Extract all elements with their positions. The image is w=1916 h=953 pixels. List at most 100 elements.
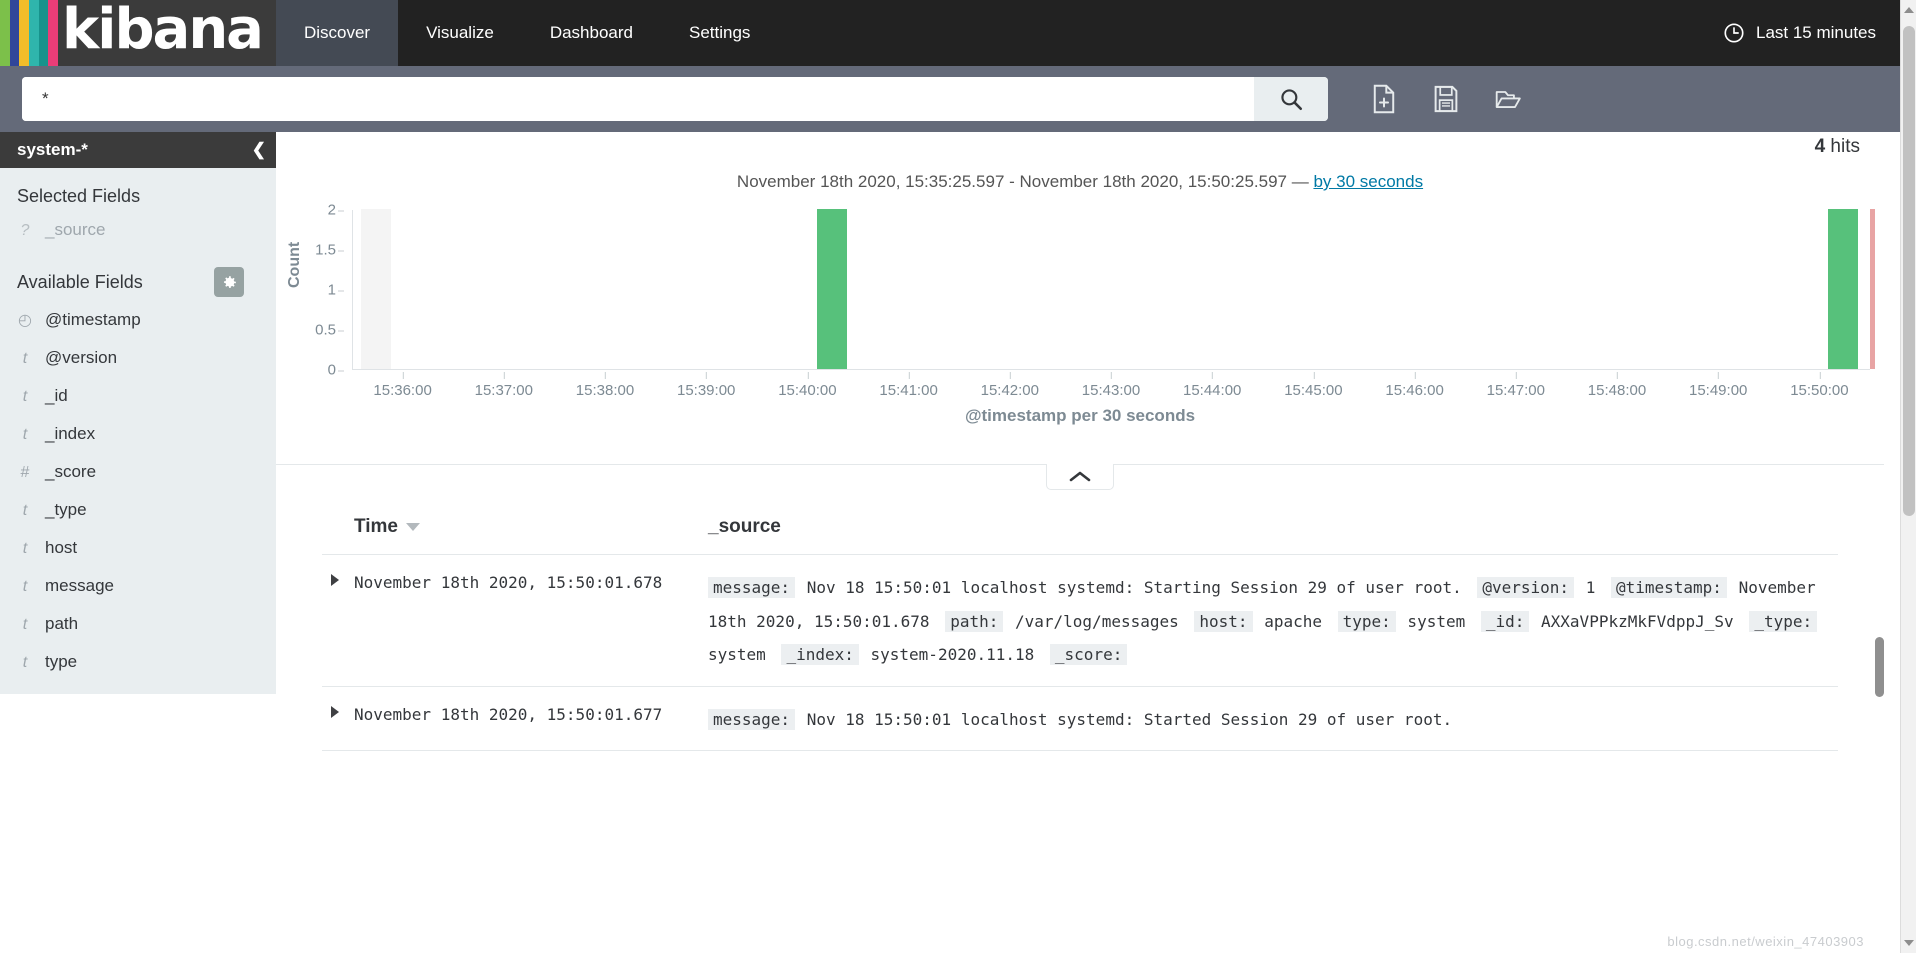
nav-item-visualize[interactable]: Visualize (398, 0, 522, 66)
gear-icon[interactable] (214, 267, 244, 297)
selected-fields-title: Selected Fields (17, 186, 141, 206)
field-name: @timestamp (45, 310, 141, 329)
field-name: message (45, 576, 114, 595)
floppy-disk-icon[interactable] (1432, 84, 1460, 114)
available-fields-title-row: Available Fields (0, 249, 276, 301)
field-item-version[interactable]: t @version (0, 339, 276, 377)
x-tick-154100: 15:41:00 (879, 372, 938, 399)
logo-bar-0 (0, 0, 10, 66)
sort-descending-icon (406, 523, 421, 531)
source-field-key: type: (1337, 610, 1396, 632)
nav-item-discover[interactable]: Discover (275, 0, 399, 76)
field-item-message[interactable]: t message (0, 567, 276, 605)
field-type-icon: t (22, 578, 28, 595)
query-bar-actions (1370, 84, 1522, 114)
x-axis-label: @timestamp per 30 seconds (964, 406, 1196, 425)
nav-item-settings[interactable]: Settings (661, 0, 778, 66)
field-name: host (45, 538, 78, 557)
document-table-header: Time _source (322, 516, 1838, 555)
source-field-key: @timestamp: (1610, 577, 1727, 598)
histogram-bar-3[interactable] (1870, 209, 1875, 369)
time-column-label: Time (354, 516, 399, 537)
field-item-score[interactable]: # _score (0, 453, 276, 491)
y-tick-1: 1 (327, 281, 345, 299)
time-column-header[interactable]: Time (354, 516, 708, 538)
field-name: _source (45, 220, 106, 239)
field-type-icon: t (22, 388, 28, 405)
x-tick-154300: 15:43:00 (1081, 372, 1141, 399)
interval-link[interactable]: by 30 seconds (1313, 172, 1423, 191)
gear-glyph (223, 275, 236, 288)
field-name: path (45, 614, 79, 633)
main-body: system-* ❮ Selected Fields ? _source Avai… (0, 132, 1900, 953)
source-field-key: host: (1194, 610, 1253, 632)
field-name: @version (45, 348, 118, 367)
chevron-left-icon[interactable]: ❮ (252, 140, 266, 160)
field-name: _index (45, 424, 96, 443)
field-item-index[interactable]: t _index (0, 415, 276, 453)
x-tick-154800: 15:48:00 (1587, 372, 1647, 399)
chevron-right-icon (331, 574, 339, 586)
kibana-logo[interactable]: kibana (0, 0, 276, 66)
y-tick-2: 2 (327, 201, 345, 219)
hits-count: 4 (1814, 136, 1826, 157)
field-item-id[interactable]: t _id (0, 377, 276, 415)
chart-collapse-button[interactable] (1046, 464, 1114, 490)
source-field-value: system (1397, 611, 1475, 631)
table-row[interactable]: November 18th 2020, 15:50:01.677 message:… (322, 687, 1838, 752)
index-pattern-header[interactable]: system-* ❮ (0, 132, 276, 168)
available-fields-list: ◴ @timestamp t @version t _id t _index # _score t _… (0, 301, 276, 681)
inner-scrollbar-thumb[interactable] (1875, 637, 1884, 697)
x-tick-155000: 15:50:00 (1790, 372, 1849, 399)
field-item-type[interactable]: t type (0, 643, 276, 681)
page-scrollbar[interactable] (1900, 0, 1916, 953)
search-input[interactable] (22, 77, 1254, 121)
source-field-value: Nov 18 15:50:01 localhost systemd: Start… (797, 578, 1472, 597)
field-item-timestamp[interactable]: ◴ @timestamp (0, 301, 276, 339)
scroll-up-arrow-icon[interactable] (1904, 7, 1914, 13)
available-fields-title: Available Fields (17, 271, 143, 292)
source-field-key: message: (708, 708, 796, 730)
scroll-down-arrow-icon[interactable] (1904, 940, 1914, 946)
source-field-value: /var/log/messages (1005, 611, 1189, 631)
open-folder-icon[interactable] (1494, 84, 1522, 114)
field-name: _id (45, 386, 68, 405)
discover-content: 4 hits November 18th 2020, 15:35:25.597 … (276, 132, 1884, 953)
y-tick-0: 0 (327, 361, 345, 379)
field-name: _score (45, 462, 97, 481)
nav-item-dashboard[interactable]: Dashboard (522, 0, 661, 66)
source-field-key: path: (945, 610, 1004, 632)
new-document-icon[interactable] (1370, 84, 1398, 114)
source-column-header: _source (708, 516, 781, 537)
expand-row-button[interactable] (322, 703, 354, 737)
histogram-bar-1[interactable] (816, 209, 847, 369)
field-item-path[interactable]: t path (0, 605, 276, 643)
x-tick-154600: 15:46:00 (1385, 372, 1444, 399)
x-tick-153700: 15:37:00 (474, 372, 533, 399)
logo-bar-1 (9, 0, 20, 66)
search-box (22, 77, 1328, 121)
kibana-discover-app: kibana Discover Visualize Dashboard Setting… (0, 0, 1916, 953)
field-item-type[interactable]: t _type (0, 491, 276, 529)
table-row[interactable]: November 18th 2020, 15:50:01.678 message:… (322, 555, 1838, 687)
histogram-bar-0[interactable] (361, 209, 392, 369)
time-picker-label: Last 15 minutes (1755, 23, 1876, 42)
y-axis-ticks: 0 0.5 1 1.5 2 (298, 202, 345, 379)
chart-plot-area[interactable] (352, 209, 1875, 370)
search-submit-button[interactable] (1254, 77, 1328, 121)
field-type-icon: t (22, 616, 28, 633)
hits-count-display: 4 hits (1815, 136, 1860, 158)
time-range-text: November 18th 2020, 15:35:25.597 - Novem… (736, 172, 1314, 191)
expand-row-button[interactable] (322, 571, 354, 672)
field-item-host[interactable]: t host (0, 529, 276, 567)
field-item-source[interactable]: ? _source (0, 211, 276, 249)
histogram-bar-2[interactable] (1827, 209, 1858, 369)
page-scrollbar-thumb[interactable] (1903, 26, 1915, 516)
search-icon (1281, 89, 1303, 111)
y-tick-1.5: 1.5 (315, 241, 344, 259)
histogram-chart: Count 0 0.5 1 1.5 2 15:36:00 15:37:00 15:38:00… (276, 202, 1884, 440)
field-type-icon: t (22, 350, 28, 367)
source-field-key: @version: (1477, 577, 1575, 598)
time-picker-button[interactable]: Last 15 minutes (1723, 0, 1900, 66)
field-type-icon: # (20, 464, 30, 481)
